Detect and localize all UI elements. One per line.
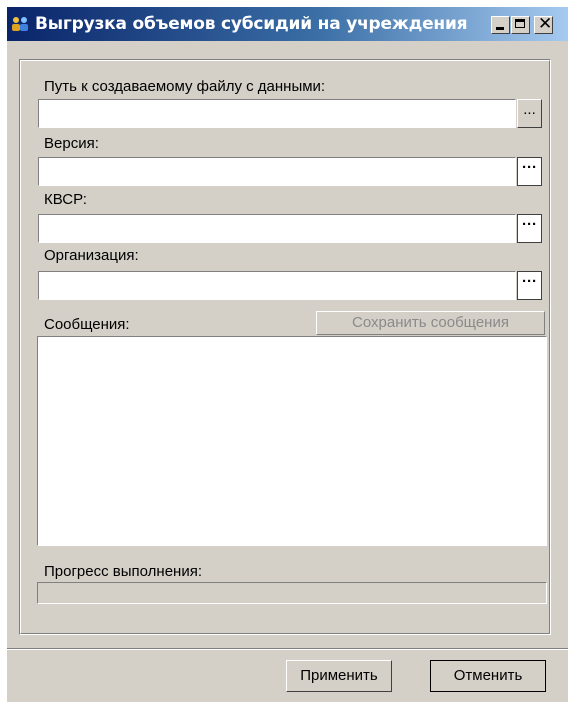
- organization-input[interactable]: [38, 271, 516, 300]
- save-messages-button[interactable]: Сохранить сообщения: [316, 311, 545, 335]
- close-icon: ✕: [538, 14, 553, 34]
- organization-label: Организация:: [44, 247, 139, 264]
- version-input[interactable]: [38, 157, 516, 186]
- version-label: Версия:: [44, 135, 99, 152]
- kvsr-input[interactable]: [38, 214, 516, 243]
- kvsr-select-button[interactable]: ···: [517, 214, 542, 243]
- version-select-button[interactable]: ···: [517, 157, 542, 186]
- cancel-button[interactable]: Отменить: [430, 660, 546, 692]
- file-path-input[interactable]: [38, 99, 516, 128]
- window-title: Выгрузка объемов субсидий на учреждения: [35, 14, 468, 34]
- messages-area[interactable]: [37, 336, 547, 546]
- progress-label: Прогресс выполнения:: [44, 563, 203, 580]
- progress-bar: [37, 582, 547, 604]
- messages-label: Сообщения:: [44, 316, 130, 333]
- title-bar[interactable]: Выгрузка объемов субсидий на учреждения …: [7, 7, 568, 41]
- footer-separator: [7, 648, 568, 650]
- file-path-label: Путь к создаваемому файлу с данными:: [44, 78, 326, 95]
- people-icon: [12, 17, 28, 31]
- maximize-button[interactable]: [511, 16, 530, 34]
- apply-button[interactable]: Применить: [286, 660, 392, 692]
- minimize-button[interactable]: [491, 16, 510, 34]
- browse-file-button[interactable]: ...: [517, 99, 542, 128]
- kvsr-label: КВСР:: [44, 191, 87, 208]
- organization-select-button[interactable]: ···: [517, 271, 542, 300]
- close-button[interactable]: ✕: [534, 14, 553, 34]
